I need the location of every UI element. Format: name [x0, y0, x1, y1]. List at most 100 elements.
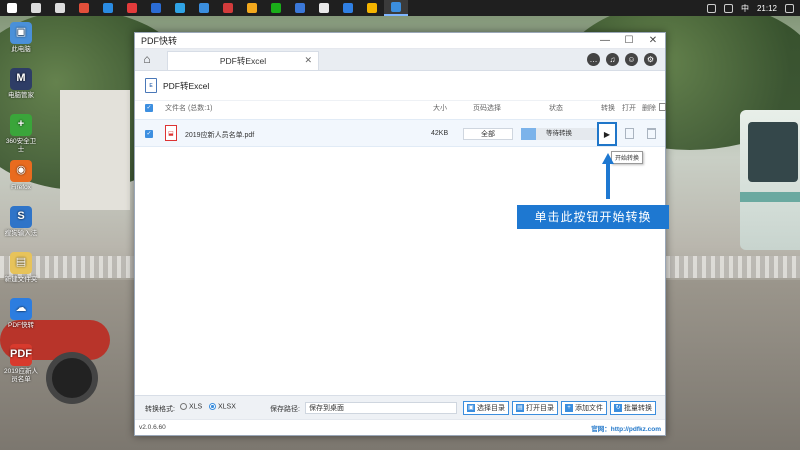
minimize-button[interactable]: — — [593, 33, 617, 49]
desktop-icon[interactable]: ☁ PDF快转 — [4, 298, 38, 330]
app-icon-1[interactable] — [72, 0, 96, 16]
add-file-button[interactable]: + 添加文件 — [561, 401, 607, 415]
clock[interactable]: 21:12 — [757, 4, 777, 13]
chat-icon[interactable]: … — [587, 53, 600, 66]
desktop-app-icon: ▣ — [10, 22, 32, 44]
tab-bar: ⌂ PDF转Excel ✕ … ♫ ☺ ⚙ — [135, 49, 665, 71]
title-bar: PDF快转 — ☐ ✕ — [135, 33, 665, 49]
desktop-icon[interactable]: +360安全卫士 — [4, 114, 38, 154]
desktop-icon[interactable]: PDF 2019应新人员名单 — [4, 344, 38, 384]
user-icon[interactable]: ☺ — [625, 53, 638, 66]
desktop-app-icon: S — [10, 206, 32, 228]
app-icon-10[interactable] — [288, 0, 312, 16]
app-icon-2[interactable] — [96, 0, 120, 16]
convert-tooltip: 开始转换 — [611, 151, 644, 164]
desktop-icon-label: 2019应新人员名单 — [4, 368, 38, 383]
app-icon-7[interactable] — [216, 0, 240, 16]
app-icon-11-glyph-icon — [319, 3, 329, 13]
delete-all-icon[interactable] — [659, 103, 666, 111]
settings-gear-icon[interactable]: ⚙ — [644, 53, 657, 66]
app-icon-12[interactable] — [336, 0, 360, 16]
home-icon[interactable]: ⌂ — [135, 48, 159, 70]
app-icon-8[interactable] — [240, 0, 264, 16]
desktop-app-icon: ◉ — [10, 160, 32, 182]
app-icon-7-glyph-icon — [223, 3, 233, 13]
pdf-file-icon: ⬓ — [165, 125, 177, 141]
save-path-field[interactable]: 保存到桌面 — [305, 402, 457, 414]
headset-icon[interactable]: ♫ — [606, 53, 619, 66]
system-tray: 中 21:12 — [706, 0, 800, 16]
app-icon-5-glyph-icon — [175, 3, 185, 13]
app-icon-6[interactable] — [192, 0, 216, 16]
desktop-icon[interactable]: ▣ 此电脑 — [4, 22, 38, 54]
xlsx-radio[interactable] — [209, 403, 216, 410]
app-icon-6-glyph-icon — [199, 3, 209, 13]
add-file-label: 添加文件 — [575, 405, 603, 412]
desktop-icon-label: 电脑管家 — [8, 92, 34, 99]
folder-icon: ▣ — [467, 404, 475, 412]
file-size: 42KB — [431, 130, 449, 137]
desktop-icon-label: 搜狗输入法 — [4, 230, 38, 237]
tab-close-icon[interactable]: ✕ — [304, 55, 312, 66]
tab-pdf-to-excel[interactable]: PDF转Excel ✕ — [167, 51, 319, 70]
pdf-converter-taskbar-icon[interactable] — [384, 0, 408, 16]
app-icon-12-glyph-icon — [343, 3, 353, 13]
desktop-icon-label: 360安全卫士 — [5, 138, 37, 153]
app-icon-2-glyph-icon — [103, 3, 113, 13]
save-path-label: 保存路径: — [270, 406, 300, 413]
section-header: E PDF转Excel — [135, 71, 665, 101]
desktop-icon[interactable]: M 电脑管家 — [4, 68, 38, 100]
desktop-icon-label: 新建文件夹 — [4, 276, 38, 283]
desktop-icon[interactable]: S 搜狗输入法 — [4, 206, 38, 238]
search-icon[interactable] — [24, 0, 48, 16]
instruction-callout: 单击此按钮开始转换 — [517, 205, 669, 229]
xls-radio[interactable] — [180, 403, 187, 410]
task-view-icon[interactable] — [48, 0, 72, 16]
progress-fill — [521, 128, 537, 140]
conversion-progress: 等待转换 — [521, 128, 597, 140]
table-header: ✓ 文件名 (总数:1) 大小 页码选择 状态 转换 打开 删除 — [135, 101, 666, 115]
select-directory-button[interactable]: ▣ 选择目录 — [463, 401, 509, 415]
batch-convert-button[interactable]: ↻ 批量转换 — [610, 401, 656, 415]
app-icon-4-glyph-icon — [151, 3, 161, 13]
desktop-icon[interactable]: ▤ 新建文件夹 — [4, 252, 38, 284]
open-directory-label: 打开目录 — [526, 405, 554, 412]
bottom-toolbar: 转换格式: XLS XLSX 保存路径: 保存到桌面 ▣ 选择目录 ▤ 打开目录 +… — [135, 395, 665, 419]
close-button[interactable]: ✕ — [641, 33, 665, 49]
ime-indicator[interactable]: 中 — [741, 3, 749, 14]
desktop-app-icon: + — [10, 114, 32, 136]
open-directory-button[interactable]: ▤ 打开目录 — [512, 401, 558, 415]
section-title: PDF转Excel — [163, 80, 210, 91]
page-range-select[interactable]: 全部 — [463, 128, 513, 140]
row-checkbox[interactable]: ✓ — [145, 130, 153, 138]
open-file-icon[interactable] — [625, 128, 634, 139]
app-icon-10-glyph-icon — [295, 3, 305, 13]
desktop-app-icon: M — [10, 68, 32, 90]
window-title: PDF快转 — [141, 36, 178, 46]
desktop-app-icon: ☁ — [10, 298, 32, 320]
notification-icon[interactable] — [785, 3, 794, 13]
format-xlsx-option[interactable]: XLSX — [209, 403, 236, 410]
app-icon-11[interactable] — [312, 0, 336, 16]
windows-start-icon[interactable] — [0, 0, 24, 16]
app-icon-13[interactable] — [360, 0, 384, 16]
windows-start-glyph-icon — [7, 3, 17, 13]
app-icon-3[interactable] — [120, 0, 144, 16]
app-icon-5[interactable] — [168, 0, 192, 16]
header-pages: 页码选择 — [473, 105, 501, 112]
start-convert-button[interactable]: ▶ — [597, 122, 617, 146]
app-icon-9[interactable] — [264, 0, 288, 16]
maximize-button[interactable]: ☐ — [617, 33, 641, 49]
batch-convert-label: 批量转换 — [624, 405, 652, 412]
delete-file-icon[interactable] — [647, 128, 656, 139]
volume-icon[interactable] — [723, 3, 733, 13]
desktop-icon[interactable]: ◉ Firefox — [4, 160, 38, 192]
table-row[interactable]: ✓ ⬓ 2019应新人员名单.pdf 42KB 全部 等待转换 ▶ — [135, 119, 665, 147]
website-link[interactable]: 官网：http://pdfkz.com — [591, 423, 661, 433]
format-xls-option[interactable]: XLS — [180, 403, 202, 410]
task-view-glyph-icon — [55, 3, 65, 13]
header-convert: 转换 — [601, 105, 615, 112]
app-icon-4[interactable] — [144, 0, 168, 16]
select-all-checkbox[interactable]: ✓ — [145, 104, 153, 112]
network-icon[interactable] — [706, 3, 716, 13]
